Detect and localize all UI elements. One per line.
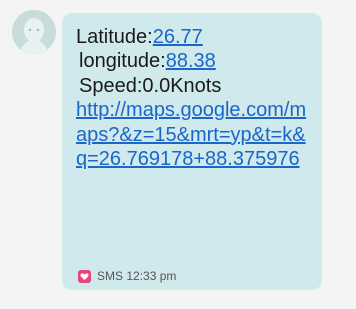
speed-text: Speed:0.0Knots — [79, 74, 222, 97]
message-body: Latitude:26.77 longitude:88.38 Speed:0.0… — [76, 25, 316, 171]
message-meta: SMS 12:33 pm — [78, 269, 176, 283]
maps-url-link[interactable]: http://maps.google.com/maps?&z=15&mrt=yp… — [76, 99, 306, 170]
longitude-link[interactable]: 88.38 — [166, 50, 216, 72]
latitude-link[interactable]: 26.77 — [153, 26, 203, 48]
message-channel: SMS — [97, 269, 124, 283]
longitude-line: longitude:88.38 — [76, 49, 316, 73]
message-time: 12:33 pm — [126, 269, 177, 283]
contact-avatar-icon[interactable] — [12, 10, 56, 54]
latitude-line: Latitude:26.77 — [76, 25, 316, 49]
longitude-label: longitude: — [79, 50, 166, 73]
message-bubble[interactable]: Latitude:26.77 longitude:88.38 Speed:0.0… — [62, 13, 322, 290]
latitude-label: Latitude: — [76, 26, 153, 48]
heart-sms-icon — [78, 269, 91, 283]
